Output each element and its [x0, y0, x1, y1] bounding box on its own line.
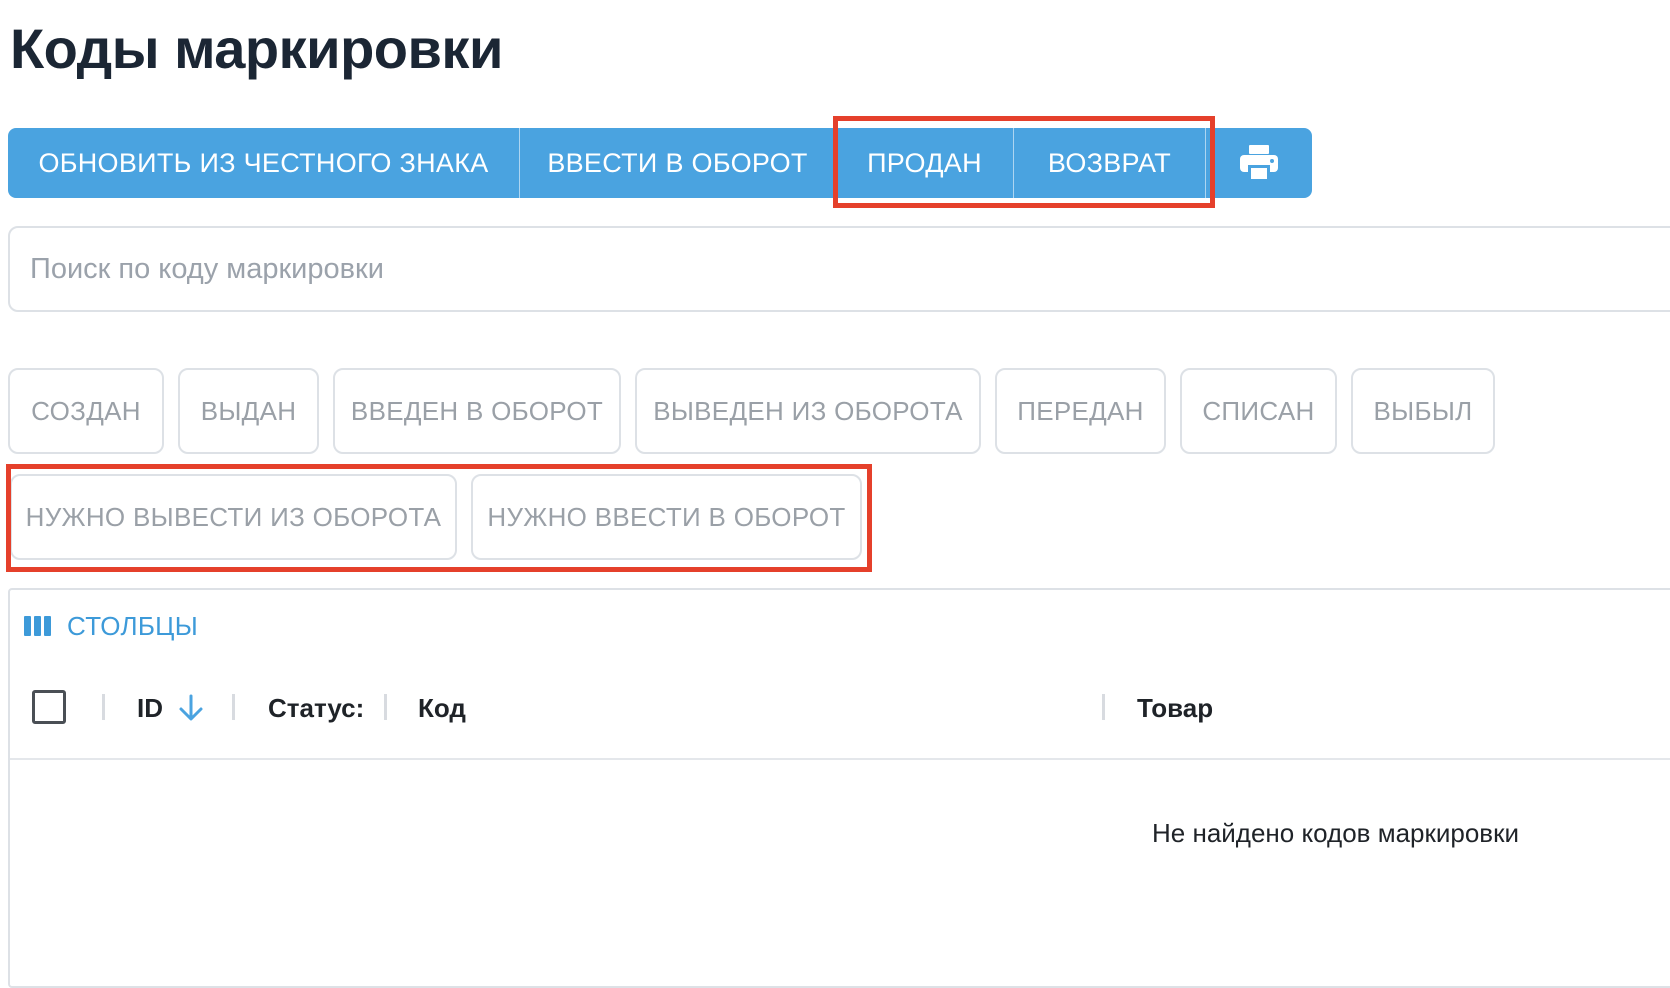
- filter-need-introduce[interactable]: НУЖНО ВВЕСТИ В ОБОРОТ: [471, 474, 862, 560]
- return-button[interactable]: ВОЗВРАТ: [1014, 128, 1206, 198]
- columns-icon: [24, 616, 51, 636]
- update-from-chestny-znak-button[interactable]: ОБНОВИТЬ ИЗ ЧЕСТНОГО ЗНАКА: [8, 128, 520, 198]
- filter-issued[interactable]: ВЫДАН: [178, 368, 319, 454]
- introduce-into-circulation-button[interactable]: ВВЕСТИ В ОБОРОТ: [520, 128, 836, 198]
- action-toolbar: ОБНОВИТЬ ИЗ ЧЕСТНОГО ЗНАКА ВВЕСТИ В ОБОР…: [8, 128, 1312, 198]
- column-header-id[interactable]: ID: [137, 690, 163, 726]
- filter-created[interactable]: СОЗДАН: [8, 368, 164, 454]
- table-header-row: ID Статус: Код Товар: [10, 666, 1670, 750]
- printer-icon: [1240, 145, 1278, 181]
- column-resize-handle[interactable]: [232, 694, 235, 720]
- search-input[interactable]: [8, 226, 1670, 312]
- print-button[interactable]: [1206, 128, 1312, 198]
- empty-state-message: Не найдено кодов маркировки: [1152, 818, 1520, 848]
- sold-button[interactable]: ПРОДАН: [836, 128, 1014, 198]
- arrow-down-icon[interactable]: [178, 694, 204, 722]
- column-header-product[interactable]: Товар: [1137, 690, 1213, 726]
- column-resize-handle[interactable]: [1102, 694, 1105, 720]
- filter-retired[interactable]: ВЫБЫЛ: [1351, 368, 1495, 454]
- header-divider: [10, 758, 1670, 760]
- page-title: Коды маркировки: [10, 17, 503, 80]
- column-resize-handle[interactable]: [102, 694, 105, 720]
- filter-written-off[interactable]: СПИСАН: [1180, 368, 1337, 454]
- select-all-checkbox[interactable]: [32, 690, 66, 724]
- columns-label: СТОЛБЦЫ: [67, 610, 199, 641]
- filter-need-withdraw[interactable]: НУЖНО ВЫВЕСТИ ИЗ ОБОРОТА: [10, 474, 457, 560]
- filter-transferred[interactable]: ПЕРЕДАН: [995, 368, 1166, 454]
- columns-button[interactable]: СТОЛБЦЫ: [24, 608, 198, 644]
- filter-in-circulation[interactable]: ВВЕДЕН В ОБОРОТ: [333, 368, 621, 454]
- column-header-code[interactable]: Код: [418, 690, 466, 726]
- codes-table: [8, 588, 1670, 988]
- column-header-status[interactable]: Статус:: [268, 690, 364, 726]
- filter-withdrawn[interactable]: ВЫВЕДЕН ИЗ ОБОРОТА: [635, 368, 981, 454]
- column-resize-handle[interactable]: [384, 694, 387, 720]
